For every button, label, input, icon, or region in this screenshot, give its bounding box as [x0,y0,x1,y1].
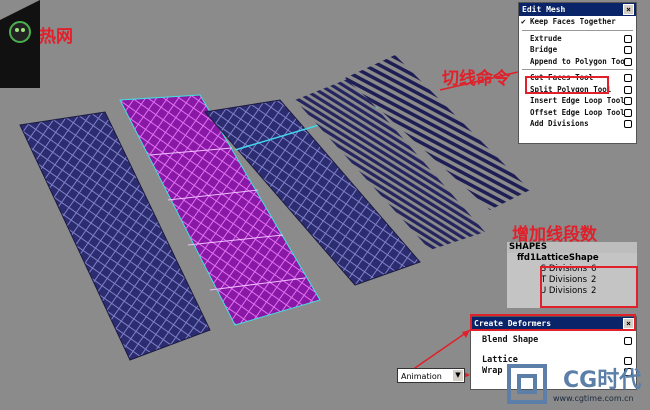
game798-logo [0,0,40,88]
option-box-icon[interactable] [624,97,632,105]
highlight-divisions [540,266,638,308]
check-icon: ✔ [521,17,526,26]
highlight-create-deformers [470,314,636,331]
option-box-icon[interactable] [624,120,632,128]
3d-viewport[interactable]: 散热网 切线命令 增加线段数 晶格 Edit Mesh × ✔Keep Face… [0,0,650,410]
menu-item-blend-shape[interactable]: Blend Shape [471,335,636,347]
menu-item-append-to-polygon[interactable]: Append to Polygon Tool [519,56,636,68]
cgtime-logo-icon [507,364,547,404]
watermark-brand: CG时代 [563,368,642,393]
menu-separator [522,69,633,70]
menu-item-add-divisions[interactable]: Add Divisions [519,118,636,130]
option-box-icon[interactable] [624,57,632,66]
close-icon[interactable]: × [623,4,634,15]
menu-item-keep-faces-together[interactable]: ✔ Keep Faces Together [519,16,636,28]
menu-set-select[interactable]: Animation ▼ [397,368,465,383]
annotation-cut-tool: 切线命令 [442,69,510,89]
option-box-icon[interactable] [624,85,632,94]
edit-mesh-menu: Edit Mesh × ✔ Keep Faces Together Extrude… [518,2,637,144]
menu-item-bridge[interactable]: Bridge [519,44,636,56]
option-box-icon[interactable] [624,337,632,345]
watermark-url: www.cgtime.com.cn [553,394,634,403]
cgtime-watermark: CG时代 www.cgtime.com.cn [505,360,650,410]
shapes-header: SHAPES [507,242,637,253]
option-box-icon[interactable] [624,74,632,82]
option-box-icon[interactable] [624,108,632,117]
highlight-cut-faces [525,76,609,94]
menu-item-offset-edge-loop[interactable]: Offset Edge Loop Tool [519,107,636,119]
menu-item-insert-edge-loop[interactable]: Insert Edge Loop Tool [519,95,636,107]
menu-item-extrude[interactable]: Extrude [519,33,636,45]
chevron-down-icon[interactable]: ▼ [453,370,463,381]
edit-mesh-menu-title[interactable]: Edit Mesh × [519,3,636,16]
option-box-icon[interactable] [624,34,632,43]
option-box-icon[interactable] [624,46,632,54]
menu-separator [522,29,633,31]
shape-object-name[interactable]: ffd1LatticeShape [507,253,637,264]
